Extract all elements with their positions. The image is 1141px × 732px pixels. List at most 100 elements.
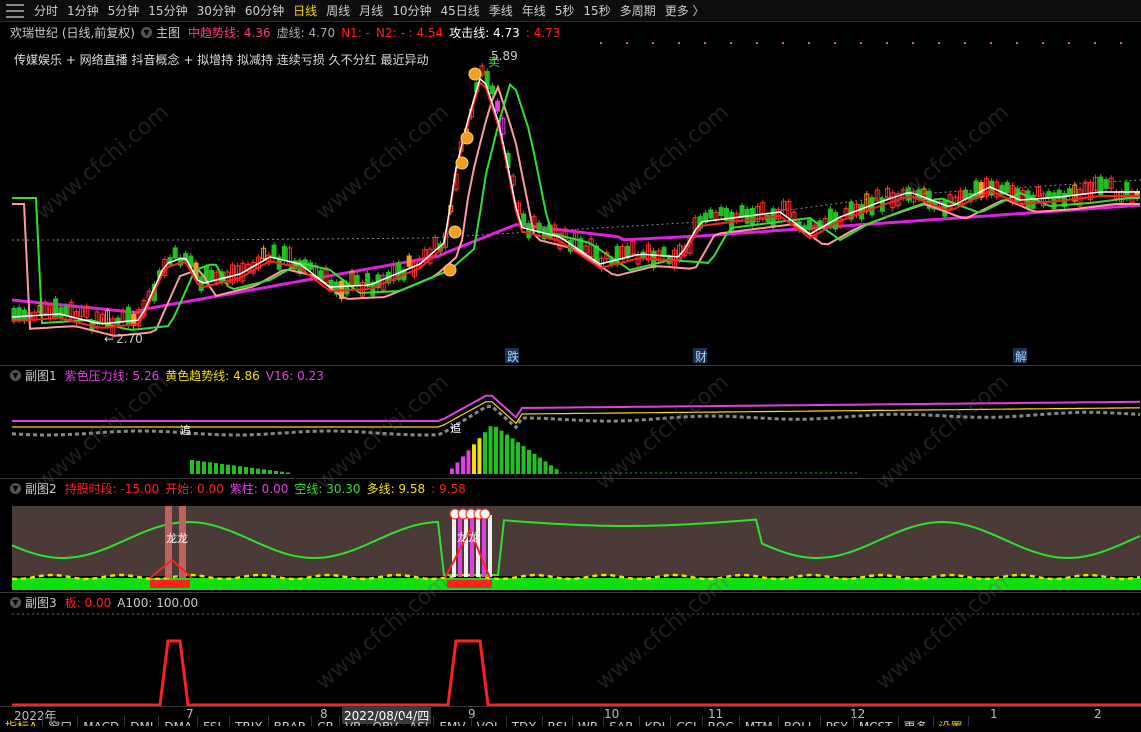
- indicator-tab-7[interactable]: BRAR: [269, 716, 313, 726]
- buy-marker-icon: [460, 131, 474, 145]
- candle-body: [708, 209, 714, 219]
- indicator-tab-10[interactable]: OBV: [368, 716, 405, 726]
- signal-dot: [782, 42, 784, 44]
- signal-dot: [912, 42, 914, 44]
- signal-dot: [730, 42, 732, 44]
- signal-dot: [1094, 42, 1096, 44]
- indicator-tab-17[interactable]: SAR: [604, 716, 640, 726]
- volume-bar: [494, 426, 498, 474]
- indicator-tab-25[interactable]: 更多: [899, 716, 934, 726]
- indicator-tabs: 指标A窗口MACDDMIDMAFSLTRIXBRARCRVROBVASIEMVV…: [0, 716, 1141, 726]
- chevron-down-icon[interactable]: ▼: [10, 369, 21, 381]
- indicator-tab-22[interactable]: BOLL: [779, 716, 821, 726]
- volume-bar: [549, 465, 553, 474]
- sub3-indicator-0: 板: 0.00: [64, 595, 112, 610]
- volume-bar: [472, 444, 476, 474]
- indicator-tab-14[interactable]: TDX: [507, 716, 543, 726]
- volume-bar: [521, 446, 526, 474]
- indicator-tab-24[interactable]: MCST: [854, 716, 899, 726]
- sub1-indicators: 紫色压力线: 5.26 黄色趋势线: 4.86 V16: 0.23: [65, 367, 330, 384]
- chevron-down-icon[interactable]: ▼: [10, 596, 21, 608]
- indicator-tab-21[interactable]: MTM: [740, 716, 779, 726]
- buy-marker-icon: [455, 156, 469, 170]
- red-segment: [150, 580, 190, 588]
- candle-body: [495, 100, 501, 112]
- volume-bar: [274, 470, 278, 474]
- volume-bar: [499, 430, 504, 474]
- sub2-indicator-1: 开始: 0.00: [165, 481, 224, 496]
- indicator-tab-6[interactable]: TRIX: [230, 716, 269, 726]
- indicator-tab-3[interactable]: DMI: [125, 716, 160, 726]
- sub2-header: ▼ 副图2 持股时段: -15.00 开始: 0.00 紫柱: 0.00 空线: 30…: [10, 479, 472, 497]
- indicator-tab-2[interactable]: MACD: [78, 716, 126, 726]
- indicator-tab-11[interactable]: ASI: [404, 716, 435, 726]
- volume-bar: [532, 453, 537, 474]
- candle-body: [973, 180, 979, 200]
- candle-body: [16, 307, 22, 321]
- volume-bar: [238, 466, 242, 474]
- buy-marker-icon: [443, 263, 457, 277]
- candle-body: [718, 207, 724, 217]
- signal-dot: [808, 42, 810, 44]
- signal-dot: [678, 42, 680, 44]
- volume-bar: [483, 432, 487, 474]
- red-segment: [447, 580, 492, 588]
- sub2-indicator-5: : 9.58: [431, 481, 466, 496]
- sub3-indicators: 板: 0.00 A100: 100.00: [65, 594, 205, 611]
- indicator-tab-0[interactable]: 指标A: [0, 716, 44, 726]
- volume-bar: [220, 463, 224, 474]
- signal-dot: [886, 42, 888, 44]
- volume-bar: [538, 457, 542, 474]
- sub2-indicators: 持股时段: -15.00 开始: 0.00 紫柱: 0.00 空线: 30.30 多线:…: [65, 480, 472, 497]
- signal-dot: [834, 42, 836, 44]
- candle-body: [739, 205, 745, 218]
- volume-bar: [268, 470, 272, 474]
- volume-bar: [510, 438, 515, 474]
- indicator-tab-8[interactable]: CR: [312, 716, 340, 726]
- candle-body: [1067, 188, 1073, 196]
- signal-dot: [756, 42, 758, 44]
- indicator-tab-9[interactable]: VR: [340, 716, 368, 726]
- indicator-tab-4[interactable]: DMA: [159, 716, 199, 726]
- indicator-tab-12[interactable]: EMV: [434, 716, 472, 726]
- volume-bar: [196, 460, 200, 474]
- sub1-indicator-2: V16: 0.23: [265, 368, 324, 383]
- volume-bar: [208, 462, 212, 474]
- event-marker-0: 跌: [507, 349, 519, 364]
- indicator-tab-18[interactable]: KDJ: [640, 716, 672, 726]
- purple-column: [488, 515, 492, 577]
- signal-dot: [1068, 42, 1070, 44]
- volume-bar: [232, 465, 236, 474]
- candle-body: [963, 189, 969, 200]
- candle-body: [354, 274, 360, 287]
- indicator-tab-13[interactable]: VOL: [472, 716, 507, 726]
- indicator-tab-23[interactable]: PSY: [821, 716, 854, 726]
- volume-bar: [190, 460, 194, 474]
- volume-bar: [554, 469, 559, 474]
- chase-tag-right: 追: [450, 421, 461, 435]
- indicator-tab-19[interactable]: CCI: [671, 716, 703, 726]
- signal-dot: [860, 42, 862, 44]
- indicator-tab-15[interactable]: RSI: [543, 716, 574, 726]
- signal-dot: [600, 42, 602, 44]
- indicator-tab-1[interactable]: 窗口: [43, 716, 79, 726]
- chevron-down-icon[interactable]: ▼: [10, 482, 21, 494]
- event-marker-1: 财: [695, 350, 707, 364]
- indicator-tab-20[interactable]: ROC: [703, 716, 740, 726]
- purple-column: [470, 515, 474, 577]
- candle-body: [58, 307, 64, 319]
- candle-body: [807, 219, 813, 231]
- sub2-indicator-0: 持股时段: -15.00: [64, 481, 160, 496]
- candle-body: [281, 246, 287, 261]
- signal-dot: [964, 42, 966, 44]
- volume-bar: [455, 462, 460, 474]
- candle-body: [271, 244, 277, 258]
- indicator-tab-26[interactable]: 设置: [934, 716, 969, 726]
- volume-bar: [202, 461, 206, 474]
- red-ma-line: [11, 80, 1140, 329]
- indicator-tab-5[interactable]: FSL: [198, 716, 231, 726]
- candle-body: [198, 276, 204, 291]
- volume-bar: [477, 438, 482, 474]
- indicator-tab-16[interactable]: WR: [573, 716, 605, 726]
- candle-body: [209, 269, 215, 281]
